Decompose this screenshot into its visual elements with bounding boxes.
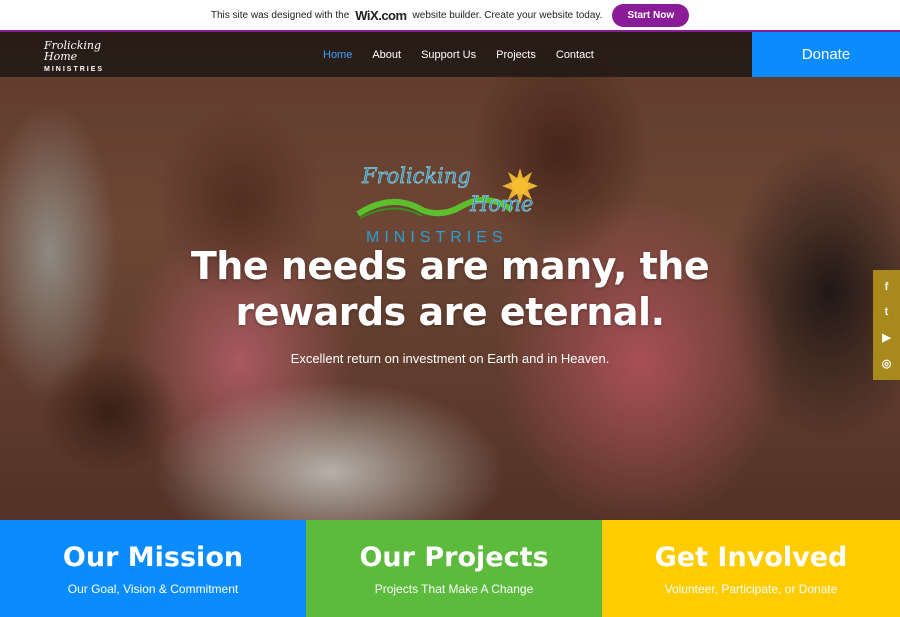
wix-banner: This site was designed with the WiX.com …: [0, 0, 900, 30]
nav-support-us[interactable]: Support Us: [411, 49, 486, 61]
wix-logo[interactable]: WiX.com: [355, 8, 407, 23]
site-logo-script: Frolicking Home: [44, 39, 102, 63]
nav-home[interactable]: Home: [313, 49, 362, 61]
main-nav: Home About Support Us Projects Contact: [313, 32, 604, 77]
card-our-mission[interactable]: Our Mission Our Goal, Vision & Commitmen…: [0, 520, 306, 617]
social-bar: f t ▶ ◎: [873, 270, 900, 380]
card-subtitle: Volunteer, Participate, or Donate: [664, 582, 838, 596]
site-logo[interactable]: Frolicking Home MINISTRIES: [44, 39, 110, 73]
card-title: Our Mission: [62, 542, 244, 573]
card-title: Get Involved: [654, 542, 848, 573]
start-now-button[interactable]: Start Now: [612, 3, 690, 27]
hero-logo: Frolicking Home MINISTRIES: [352, 162, 552, 250]
instagram-icon[interactable]: ◎: [882, 357, 892, 370]
wix-banner-text: This site was designed with the: [210, 9, 350, 21]
facebook-icon[interactable]: f: [885, 281, 889, 293]
youtube-icon[interactable]: ▶: [882, 331, 890, 344]
nav-about[interactable]: About: [362, 49, 411, 61]
nav-projects[interactable]: Projects: [486, 49, 546, 61]
hero-logo-word1: Frolicking: [362, 164, 471, 189]
card-subtitle: Projects That Make A Change: [374, 582, 534, 596]
nav-contact[interactable]: Contact: [546, 49, 604, 61]
card-get-involved[interactable]: Get Involved Volunteer, Participate, or …: [602, 520, 900, 617]
hero-headline: The needs are many, the rewards are eter…: [190, 244, 710, 334]
hero-logo-word2: Home: [470, 192, 534, 217]
site-logo-sub: MINISTRIES: [44, 66, 105, 73]
donate-button[interactable]: Donate: [752, 32, 900, 77]
twitter-icon[interactable]: t: [885, 306, 889, 318]
hero-subtitle: Excellent return on investment on Earth …: [290, 351, 610, 366]
feature-cards: Our Mission Our Goal, Vision & Commitmen…: [0, 520, 900, 617]
wix-banner-text-2: website builder. Create your website tod…: [412, 9, 603, 21]
card-our-projects[interactable]: Our Projects Projects That Make A Change: [306, 520, 602, 617]
card-subtitle: Our Goal, Vision & Commitment: [67, 582, 239, 596]
card-title: Our Projects: [359, 542, 549, 573]
